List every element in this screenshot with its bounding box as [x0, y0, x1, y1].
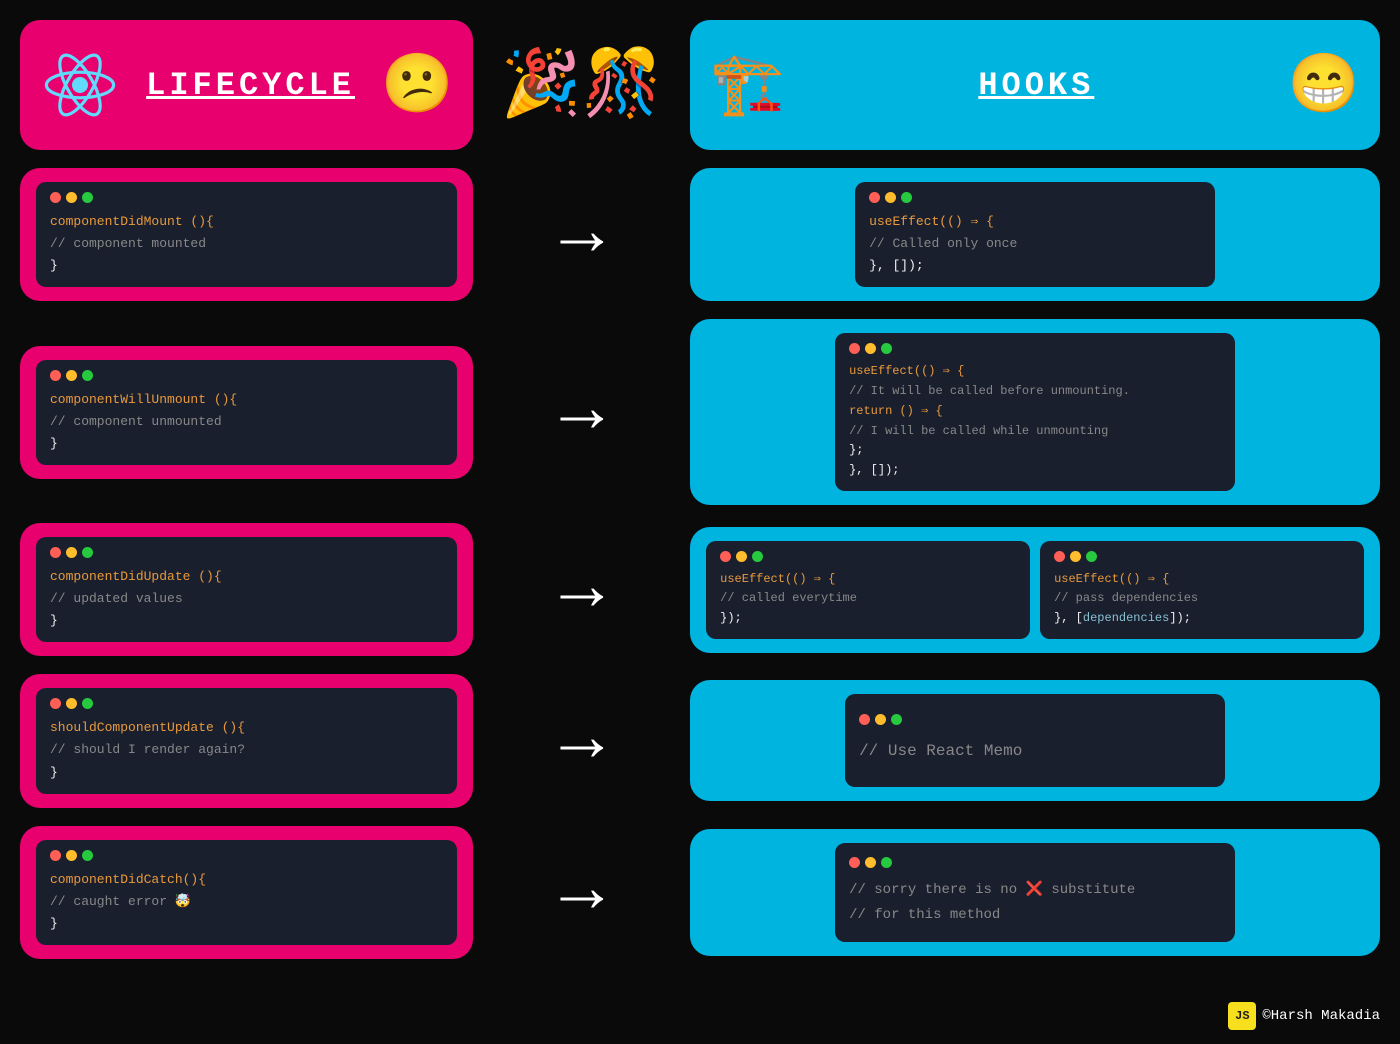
- code-useeffect-deps1: useEffect(() ⇒ {: [1054, 572, 1169, 586]
- code-comment-deps: // pass dependencies: [1054, 591, 1198, 605]
- lifecycle-title: LIFECYCLE: [146, 67, 355, 104]
- code-deps-every: });: [720, 611, 742, 625]
- code-comment-unmount2: // I will be called while unmounting: [849, 424, 1108, 438]
- hooks-title: HOOKS: [978, 67, 1094, 104]
- code-deps-once: }, []);: [869, 258, 924, 273]
- hooks-header: 🏗️ HOOKS 😁: [690, 20, 1380, 150]
- arrow-2: →: [560, 371, 603, 453]
- code-nosubstitute-2: // for this method: [849, 907, 1000, 923]
- code-brace-5: }: [50, 916, 58, 931]
- code-didupdate: componentDidUpdate (){: [50, 569, 222, 584]
- code-comment-once: // Called only once: [869, 236, 1017, 251]
- code-comment-catch: // caught error 🤯: [50, 894, 191, 909]
- code-brace-2: }: [50, 436, 58, 451]
- arrow-3: →: [560, 549, 603, 631]
- code-card-didmount: componentDidMount (){ // component mount…: [20, 168, 473, 301]
- code-brace-3: }: [50, 613, 58, 628]
- arrow-1: →: [560, 194, 603, 276]
- code-card-willunmount: componentWillUnmount (){ // component un…: [20, 346, 473, 479]
- code-brace-1: }: [50, 258, 58, 273]
- hooks-emoji: 😁: [1288, 50, 1360, 121]
- js-badge: JS: [1228, 1002, 1256, 1030]
- lifecycle-header: LIFECYCLE 😕: [20, 20, 473, 150]
- code-componentdidmount: componentDidMount (){: [50, 214, 214, 229]
- react-logo-icon: [40, 45, 120, 125]
- code-didcatch: componentDidCatch(){: [50, 872, 206, 887]
- crane-icon: 🏗️: [710, 48, 785, 123]
- author-text: ©Harsh Makadia: [1262, 1008, 1380, 1024]
- code-comment-every: // called everytime: [720, 591, 857, 605]
- code-deps-unmount: }, []);: [849, 463, 899, 477]
- code-comment-unmounted: // component unmounted: [50, 414, 222, 429]
- code-card-useeffect-unmount: useEffect(() ⇒ { // It will be called be…: [690, 319, 1380, 505]
- arrow-4: →: [560, 700, 603, 782]
- code-card-useeffect-update: useEffect(() ⇒ { // called everytime });: [690, 527, 1380, 653]
- code-nosubstitute-1: // sorry there is no ❌ substitute: [849, 882, 1135, 898]
- code-deps-val: }, [dependencies]);: [1054, 611, 1191, 625]
- code-card-reactmemo: // Use React Memo: [690, 680, 1380, 801]
- footer: JS ©Harsh Makadia: [1228, 1002, 1380, 1030]
- code-willunmount: componentWillUnmount (){: [50, 392, 237, 407]
- code-comment-mounted: // component mounted: [50, 236, 206, 251]
- code-comment-update: // updated values: [50, 591, 183, 606]
- code-comment-unmount1: // It will be called before unmounting.: [849, 384, 1130, 398]
- code-reactmemo: // Use React Memo: [859, 742, 1022, 760]
- confetti-icon: 🎉🎊: [501, 45, 663, 125]
- arrow-5: →: [560, 851, 603, 933]
- code-card-didupdate: componentDidUpdate (){ // updated values…: [20, 523, 473, 656]
- code-return-unmount: return () ⇒ {: [849, 404, 943, 418]
- code-useeffect-once: useEffect(() ⇒ {: [869, 214, 994, 229]
- code-comment-shouldupdate: // should I render again?: [50, 742, 245, 757]
- code-card-didcatch: componentDidCatch(){ // caught error 🤯 }: [20, 826, 473, 959]
- code-card-nosubstitute: // sorry there is no ❌ substitute // for…: [690, 829, 1380, 956]
- code-brace-4: }: [50, 765, 58, 780]
- lifecycle-emoji: 😕: [381, 50, 453, 121]
- code-close-return: };: [849, 443, 863, 457]
- code-useeffect-every1: useEffect(() ⇒ {: [720, 572, 835, 586]
- code-card-useeffect-once: useEffect(() ⇒ { // Called only once }, …: [690, 168, 1380, 301]
- code-card-shouldupdate: shouldComponentUpdate (){ // should I re…: [20, 674, 473, 807]
- code-useeffect-unmount1: useEffect(() ⇒ {: [849, 364, 964, 378]
- code-shouldupdate: shouldComponentUpdate (){: [50, 720, 245, 735]
